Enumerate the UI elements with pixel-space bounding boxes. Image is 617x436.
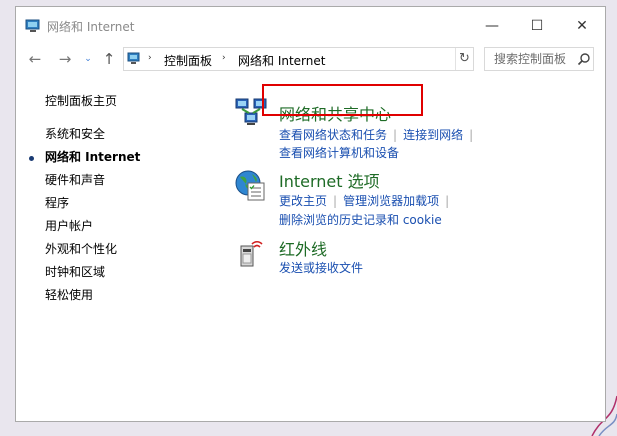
send-receive-files-link[interactable]: 发送或接收文件 [279,261,363,275]
nav-item-network-internet[interactable]: 网络和 Internet [45,148,140,166]
nav-item-appearance[interactable]: 外观和个性化 [45,240,117,258]
maximize-button[interactable]: ☐ [522,15,552,37]
search-box[interactable] [484,47,594,71]
search-icon[interactable] [577,52,591,66]
breadcrumb-separator: › [148,53,152,63]
manage-addons-link[interactable]: 管理浏览器加载项 [343,194,439,208]
window-title: 网络和 Internet [47,20,135,34]
link-row: 查看网络计算机和设备 [279,144,399,161]
view-network-status-link[interactable]: 查看网络状态和任务 [279,128,387,142]
control-panel-icon [127,52,140,64]
link-separator: | [393,128,398,142]
control-panel-window: 网络和 Internet — ☐ ✕ ← → ⌄ ↑ › 控制面板 › 网络和 … [15,6,606,422]
link-row: 查看网络状态和任务 | 连接到网络 | [279,126,479,143]
breadcrumb-network-internet[interactable]: 网络和 Internet [238,52,325,69]
internet-options-icon[interactable] [234,169,268,203]
link-row: 更改主页 | 管理浏览器加载项 | [279,192,455,209]
breadcrumb-control-panel[interactable]: 控制面板 [164,52,212,69]
connect-to-network-link[interactable]: 连接到网络 [403,128,463,142]
control-panel-icon [25,19,40,32]
infrared-icon[interactable] [234,236,268,270]
nav-item-system-security[interactable]: 系统和安全 [45,125,105,143]
nav-item-user-accounts[interactable]: 用户帐户 [45,217,93,235]
nav-item-programs[interactable]: 程序 [45,194,69,212]
nav-item-clock-region[interactable]: 时钟和区域 [45,263,105,281]
nav-item-hardware-sound[interactable]: 硬件和声音 [45,171,105,189]
link-row: 删除浏览的历史记录和 cookie [279,211,442,228]
forward-button[interactable]: → [56,49,74,69]
search-input[interactable] [485,48,582,70]
refresh-button[interactable]: ↻ [455,48,474,70]
view-network-computers-link[interactable]: 查看网络计算机和设备 [279,146,399,160]
back-button[interactable]: ← [26,49,44,69]
minimize-button[interactable]: — [477,15,507,37]
link-separator: | [333,194,338,208]
delete-browsing-history-link[interactable]: 删除浏览的历史记录和 cookie [279,213,442,227]
section-title[interactable]: Internet 选项 [279,168,380,192]
recent-locations-button[interactable]: ⌄ [82,49,94,69]
nav-item-ease-of-access[interactable]: 轻松使用 [45,286,93,304]
control-panel-home-link[interactable]: 控制面板主页 [45,92,117,109]
link-row: 发送或接收文件 [279,259,363,276]
title-bar: 网络和 Internet — ☐ ✕ [16,7,605,39]
current-item-bullet [29,156,34,161]
change-homepage-link[interactable]: 更改主页 [279,194,327,208]
address-bar[interactable]: › 控制面板 › 网络和 Internet ↻ [123,47,474,71]
up-button[interactable]: ↑ [100,49,118,69]
section-title[interactable]: 红外线 [279,236,327,260]
link-separator: | [469,128,474,142]
highlight-annotation-box [262,84,423,116]
breadcrumb-separator: › [222,53,226,63]
navigation-bar: ← → ⌄ ↑ › 控制面板 › 网络和 Internet ↻ [16,46,605,72]
close-button[interactable]: ✕ [567,15,597,37]
link-separator: | [445,194,450,208]
refresh-icon: ↻ [459,51,470,66]
